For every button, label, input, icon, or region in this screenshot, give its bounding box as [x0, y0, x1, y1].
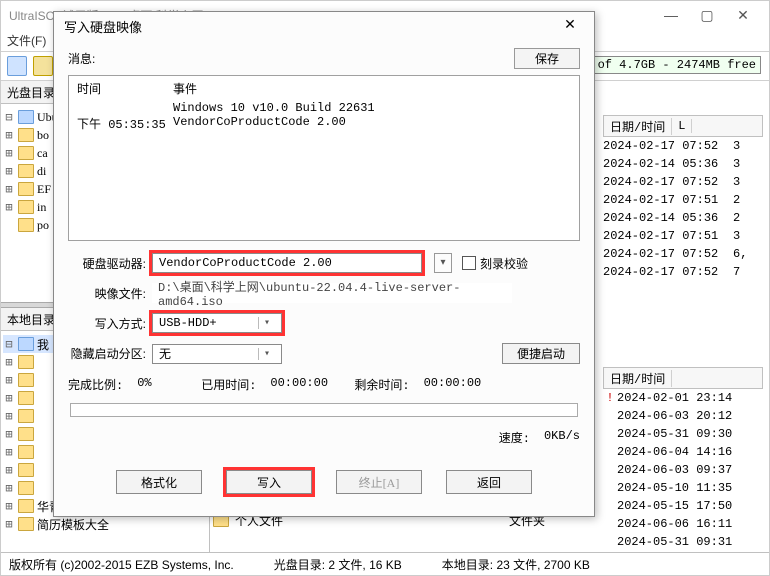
- cell: 2024-02-17 07:52: [603, 175, 733, 189]
- cell: 3: [733, 157, 740, 171]
- cell: 2024-02-14 05:36: [603, 157, 733, 171]
- write-disk-image-dialog: 写入硬盘映像 ✕ 消息: 保存 时间 事件 Windows 10 v10.0 B…: [53, 11, 595, 517]
- cell: 2: [733, 211, 740, 225]
- dialog-title: 写入硬盘映像: [64, 17, 142, 36]
- cell: 6,: [733, 247, 747, 261]
- tree-item[interactable]: bo: [37, 128, 49, 143]
- col-l[interactable]: L: [672, 119, 692, 133]
- speed-label: 速度:: [499, 429, 530, 446]
- tree-item[interactable]: in: [37, 200, 46, 215]
- cell: 2024-02-17 07:52: [603, 247, 733, 261]
- log-col-time: 时间: [77, 80, 173, 97]
- write-button[interactable]: 写入: [226, 470, 312, 494]
- cell: 2024-02-17 07:51: [603, 193, 733, 207]
- cell: 7: [733, 265, 740, 279]
- cell: 2: [733, 193, 740, 207]
- percent-value: 0%: [137, 376, 187, 393]
- verify-checkbox[interactable]: 刻录校验: [462, 255, 528, 272]
- menu-file[interactable]: 文件(F): [7, 32, 46, 49]
- tree-item[interactable]: po: [37, 218, 49, 233]
- cell: 2024-05-31 09:30: [617, 427, 747, 441]
- tree-item[interactable]: 简历模板大全: [37, 516, 109, 533]
- dialog-close-button[interactable]: ✕: [556, 16, 584, 36]
- cell: 2024-06-04 14:16: [617, 445, 747, 459]
- tree-root[interactable]: 我: [37, 336, 49, 353]
- elapsed-value: 00:00:00: [270, 376, 340, 393]
- copyright: 版权所有 (c)2002-2015 EZB Systems, Inc.: [9, 556, 234, 573]
- hidden-boot-value: 无: [159, 345, 258, 362]
- remain-label: 剩余时间:: [354, 376, 409, 393]
- cell: 2024-02-17 07:52: [603, 265, 733, 279]
- quick-boot-button[interactable]: 便捷启动: [502, 343, 580, 364]
- format-button[interactable]: 格式化: [116, 470, 202, 494]
- col-date[interactable]: 日期/时间: [604, 370, 672, 387]
- speed-value: 0KB/s: [544, 429, 580, 446]
- tree-item[interactable]: EF: [37, 182, 51, 197]
- cell: 2024-02-01 23:14: [617, 391, 747, 405]
- image-file-label: 映像文件:: [68, 285, 146, 302]
- cell: 2024-06-03 20:12: [617, 409, 747, 423]
- log-event: VendorCoProductCode 2.00: [173, 115, 346, 132]
- cell: 2024-06-03 09:37: [617, 463, 747, 477]
- cell: 3: [733, 229, 740, 243]
- cell: 2024-05-10 11:35: [617, 481, 747, 495]
- log-col-event: 事件: [173, 80, 197, 97]
- log-event: Windows 10 v10.0 Build 22631: [173, 101, 375, 115]
- toolbar-open-icon[interactable]: [33, 56, 53, 76]
- tree-item[interactable]: di: [37, 164, 46, 179]
- verify-label: 刻录校验: [480, 255, 528, 272]
- disk-drive-value: VendorCoProductCode 2.00: [159, 256, 415, 270]
- progress-bar: [70, 403, 578, 417]
- drive-label: 硬盘驱动器:: [68, 255, 146, 272]
- image-file-path: D:\桌面\科学上网\ubuntu-22.04.4-live-server-am…: [152, 283, 512, 303]
- minimize-button[interactable]: —: [653, 7, 689, 23]
- dialog-titlebar: 写入硬盘映像 ✕: [54, 12, 594, 40]
- write-method-value: USB-HDD+: [159, 316, 258, 330]
- log-list[interactable]: 时间 事件 Windows 10 v10.0 Build 22631 下午 05…: [68, 75, 580, 241]
- write-method-combo[interactable]: USB-HDD+ ▾: [152, 313, 282, 333]
- capacity-bar: % of 4.7GB - 2474MB free: [578, 56, 761, 74]
- elapsed-label: 已用时间:: [201, 376, 256, 393]
- cell: !: [603, 391, 617, 405]
- drive-dropdown-icon[interactable]: ▾: [434, 253, 452, 273]
- disk-drive-combo[interactable]: VendorCoProductCode 2.00: [152, 253, 422, 273]
- hidden-boot-label: 隐藏启动分区:: [68, 345, 146, 362]
- cell: 2024-02-17 07:51: [603, 229, 733, 243]
- main-window: UltraISO (试用版) - D:\桌面\科学上网\ubuntu-22.04…: [0, 0, 770, 576]
- log-time: 下午 05:35:35: [77, 115, 173, 132]
- close-button[interactable]: ✕: [725, 7, 761, 24]
- cell: 2024-02-17 07:52: [603, 139, 733, 153]
- remain-value: 00:00:00: [424, 376, 482, 393]
- maximize-button[interactable]: ▢: [689, 7, 725, 24]
- chevron-down-icon: ▾: [258, 317, 275, 329]
- tree-item[interactable]: ca: [37, 146, 48, 161]
- log-time: [77, 101, 173, 115]
- status-bar: 版权所有 (c)2002-2015 EZB Systems, Inc. 光盘目录…: [1, 552, 769, 575]
- save-button[interactable]: 保存: [514, 48, 580, 69]
- bottom-file-strip: 个人文件文件夹: [213, 511, 763, 551]
- write-method-label: 写入方式:: [68, 315, 146, 332]
- file-list-top[interactable]: 日期/时间L 2024-02-17 07:523 2024-02-14 05:3…: [603, 115, 763, 281]
- status-localdir: 本地目录: 23 文件, 2700 KB: [442, 556, 590, 573]
- toolbar-new-icon[interactable]: [7, 56, 27, 76]
- cell: 3: [733, 175, 740, 189]
- abort-button[interactable]: 终止[A]: [336, 470, 422, 494]
- percent-label: 完成比例:: [68, 376, 123, 393]
- message-label: 消息:: [68, 50, 118, 67]
- back-button[interactable]: 返回: [446, 470, 532, 494]
- cell: 3: [733, 139, 740, 153]
- col-date[interactable]: 日期/时间: [604, 118, 672, 135]
- chevron-down-icon: ▾: [258, 348, 275, 360]
- hidden-boot-combo[interactable]: 无 ▾: [152, 344, 282, 364]
- status-discdir: 光盘目录: 2 文件, 16 KB: [274, 556, 402, 573]
- cell: 2024-02-14 05:36: [603, 211, 733, 225]
